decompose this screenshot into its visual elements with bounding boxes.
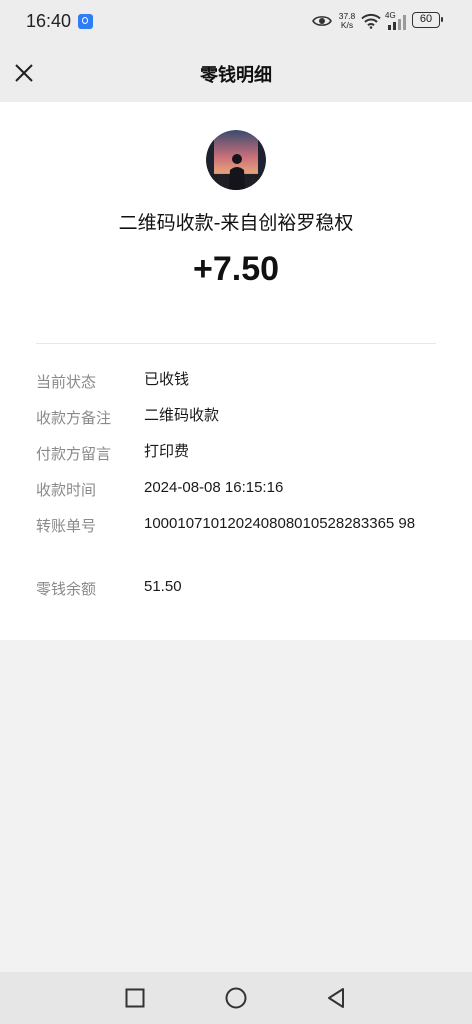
- net-speed: 37.8 K/s: [337, 12, 357, 30]
- detail-value: 2024-08-08 16:15:16: [144, 479, 284, 496]
- page-title: 零钱明细: [200, 65, 272, 86]
- net-speed-unit: K/s: [340, 20, 354, 30]
- triangle-back-icon[interactable]: [324, 986, 348, 1010]
- transaction-title: 二维码收款-来自创裕罗稳权: [118, 212, 354, 234]
- app-notification-icon: [78, 14, 93, 29]
- eye-icon: [312, 16, 332, 26]
- transaction-card: 二维码收款-来自创裕罗稳权 +7.50 当前状态 已收钱 收款方备注 二维码收款…: [0, 102, 472, 640]
- detail-value: 已收钱: [144, 371, 190, 388]
- header-bar: 零钱明细: [0, 44, 472, 102]
- status-time: 16:40: [26, 11, 72, 31]
- wifi-icon: [361, 13, 381, 29]
- battery-indicator: 60: [412, 12, 443, 28]
- detail-value: 打印费: [144, 443, 190, 460]
- avatar: [206, 130, 266, 190]
- transaction-amount: +7.50: [192, 250, 280, 288]
- detail-label: 当前状态: [36, 373, 97, 391]
- detail-label: 付款方留言: [36, 445, 112, 463]
- detail-value: 100010710120240808010528283365 98: [144, 515, 416, 532]
- circle-home-icon[interactable]: [224, 986, 248, 1010]
- detail-value: 51.50: [144, 578, 182, 595]
- divider: [36, 343, 436, 344]
- detail-label: 收款时间: [36, 481, 97, 499]
- detail-label: 收款方备注: [36, 409, 112, 427]
- status-bar: 16:40 37.8 K/s 4G 60: [0, 0, 472, 44]
- detail-label: 零钱余额: [36, 580, 97, 598]
- detail-value: 二维码收款: [144, 407, 220, 424]
- system-nav-bar: [0, 972, 472, 1024]
- detail-label: 转账单号: [36, 517, 97, 535]
- signal-icon: [388, 15, 406, 30]
- square-recents-icon[interactable]: [123, 986, 147, 1010]
